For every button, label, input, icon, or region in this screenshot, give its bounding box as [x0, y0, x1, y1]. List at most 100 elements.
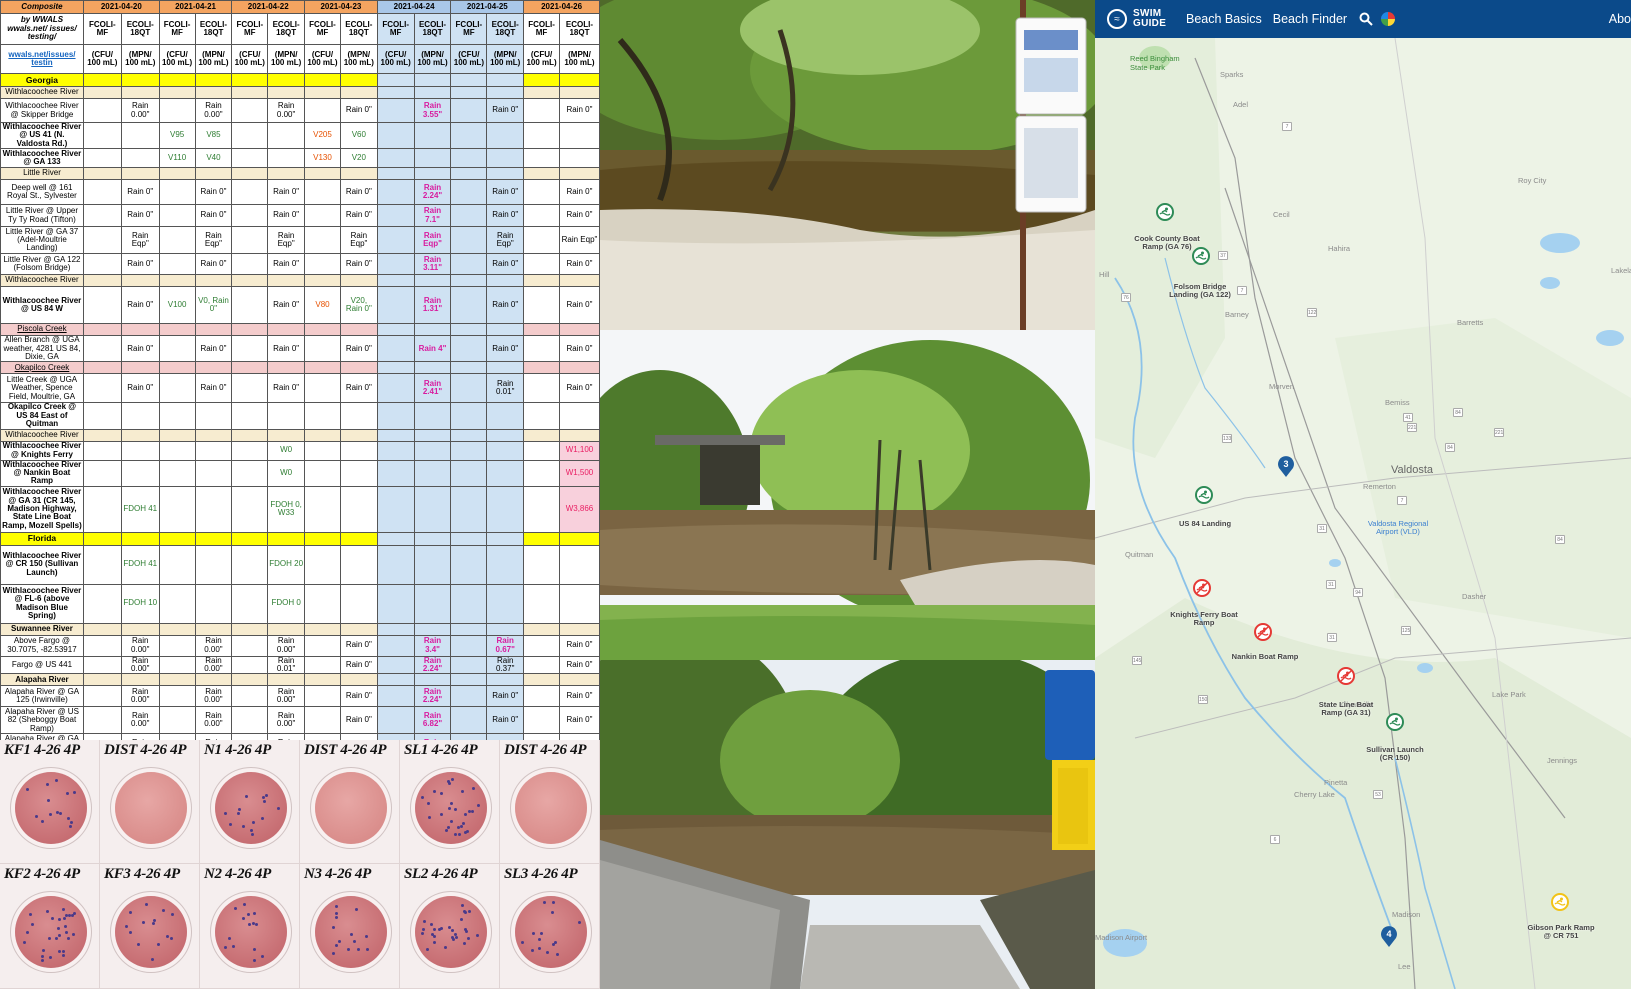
beach-status-pin[interactable] — [1193, 579, 1211, 597]
colony-spot — [233, 907, 237, 911]
measurement-value: Rain 0" — [273, 299, 300, 309]
colony-spot — [457, 833, 461, 837]
measurement-cell: Rain 0" — [267, 335, 306, 363]
unit-header: (CFU/ 100 mL) — [82, 44, 122, 74]
beach-pin-label: US 84 Landing — [1178, 519, 1232, 528]
group-fill — [194, 673, 233, 687]
measurement-cell — [120, 148, 160, 169]
colony-spot — [260, 816, 264, 820]
map-place-label: Madison — [1392, 910, 1421, 919]
measurement-cell — [158, 253, 196, 276]
nav-about[interactable]: Abo — [1609, 12, 1631, 26]
highway-shield: 94 — [1353, 588, 1363, 597]
colony-spot — [73, 912, 76, 916]
state-fill — [486, 531, 525, 546]
table-link[interactable]: wwals.net/issues/ testin — [0, 44, 84, 74]
colony-spot — [151, 957, 154, 961]
colony-spot — [41, 820, 45, 824]
measurement-cell: Rain 0.67" — [486, 634, 525, 657]
colony-spot — [552, 900, 556, 904]
measurement-cell: Rain 0" — [558, 204, 600, 228]
site-name: Withlacoochee River @ US 41 (N. Valdosta… — [0, 121, 84, 150]
beach-status-pin[interactable] — [1386, 713, 1404, 731]
beach-status-pin[interactable] — [1337, 667, 1355, 685]
beach-status-pin[interactable] — [1254, 623, 1272, 641]
petri-dish: SL2 4-26 4P — [400, 864, 500, 989]
beach-status-pin[interactable] — [1156, 203, 1174, 221]
group-fill — [523, 428, 560, 442]
measurement-value: Rain 0.00" — [204, 687, 223, 705]
measurement-value: Rain Eqp" — [496, 230, 514, 249]
map-place-label: Lee — [1398, 962, 1411, 971]
measurement-cell — [339, 440, 378, 461]
measurement-value: Rain 0" — [345, 383, 372, 393]
measurement-cell: V20, Rain 0" — [339, 286, 378, 325]
colony-spot — [453, 807, 457, 811]
measurement-cell: Rain 0" — [194, 179, 233, 206]
group-fill — [194, 167, 233, 181]
group-fill — [231, 673, 269, 687]
map-canvas[interactable]: Sparks Adel Cecil Hahira Barney Morven Barrett… — [1095, 38, 1631, 989]
petri-dish-label: SL3 4-26 4P — [504, 866, 578, 882]
measurement-cell: V205 — [304, 121, 341, 150]
measurement-cell — [523, 286, 560, 325]
measurement-cell — [82, 226, 122, 255]
nav-beach-finder[interactable]: Beach Finder — [1273, 12, 1347, 26]
measurement-value: Rain 0" — [566, 299, 593, 309]
measurement-cell: Rain 0" — [339, 685, 378, 708]
park-label: Reed Bingham State Park — [1130, 54, 1180, 72]
measurement-cell — [376, 286, 415, 325]
petri-dish-photo-grid: KF1 4-26 4P DIST 4-26 4P N1 4-26 4P DIST 4-… — [0, 740, 600, 989]
group-fill — [194, 274, 233, 288]
measurement-value: Rain 4" — [418, 343, 447, 353]
column-header: FCOLI-MF — [450, 13, 488, 45]
nav-beach-basics[interactable]: Beach Basics — [1186, 12, 1262, 26]
measurement-cell: Rain 2.24" — [413, 685, 452, 708]
colony-spot — [447, 825, 451, 829]
beach-status-pin[interactable] — [1551, 893, 1569, 911]
measurement-cell — [486, 440, 525, 461]
measurement-cell — [158, 459, 196, 487]
measurement-cell: Rain 0.00" — [194, 655, 233, 675]
search-icon[interactable] — [1359, 12, 1373, 26]
colony-spot — [25, 931, 29, 935]
colony-spot — [555, 953, 559, 957]
colony-spot — [73, 791, 77, 795]
measurement-cell — [523, 706, 560, 735]
measurement-cell: Rain 0" — [267, 179, 306, 206]
state-fill — [158, 531, 196, 546]
measurement-cell — [450, 121, 488, 150]
beach-status-pin[interactable] — [1195, 486, 1213, 504]
group-fill — [158, 86, 196, 99]
measurement-value: Rain 0" — [273, 383, 300, 393]
cluster-marker[interactable]: 4 — [1380, 925, 1398, 947]
measurement-cell: Rain 0" — [558, 286, 600, 325]
measurement-value: Rain 0" — [200, 258, 227, 268]
cluster-marker[interactable]: 3 — [1277, 455, 1295, 477]
column-header: ECOLI-18QT — [558, 13, 600, 45]
language-globe-icon[interactable] — [1381, 12, 1396, 26]
table-row: Suwannee River — [0, 622, 600, 636]
measurement-cell — [120, 440, 160, 461]
measurement-cell: W1,500 — [558, 459, 600, 487]
measurement-cell — [523, 204, 560, 228]
colony-spot — [349, 932, 353, 936]
river-group-label: Piscola Creek — [0, 323, 84, 337]
site-name: Withlacoochee River @ CR 150 (Sullivan L… — [0, 544, 84, 585]
group-fill — [120, 673, 160, 687]
measurement-cell — [523, 253, 560, 276]
swim-guide-logo[interactable]: ≈ SWIM GUIDE — [1107, 9, 1175, 29]
state-fill — [413, 531, 452, 546]
colony-spot — [251, 820, 255, 824]
beach-status-pin[interactable] — [1192, 247, 1210, 265]
measurement-cell: Rain 0" — [558, 98, 600, 123]
group-fill — [339, 361, 378, 375]
measurement-cell: Rain 6.82" — [413, 706, 452, 735]
measurement-value: Rain 2.41" — [422, 378, 443, 397]
colony-spot — [437, 927, 441, 931]
group-fill — [120, 323, 160, 337]
measurement-cell: Rain 0.00" — [194, 98, 233, 123]
measurement-cell: Rain 0" — [339, 335, 378, 363]
measurement-cell: Rain 0" — [558, 634, 600, 657]
colony-spot — [429, 923, 433, 927]
